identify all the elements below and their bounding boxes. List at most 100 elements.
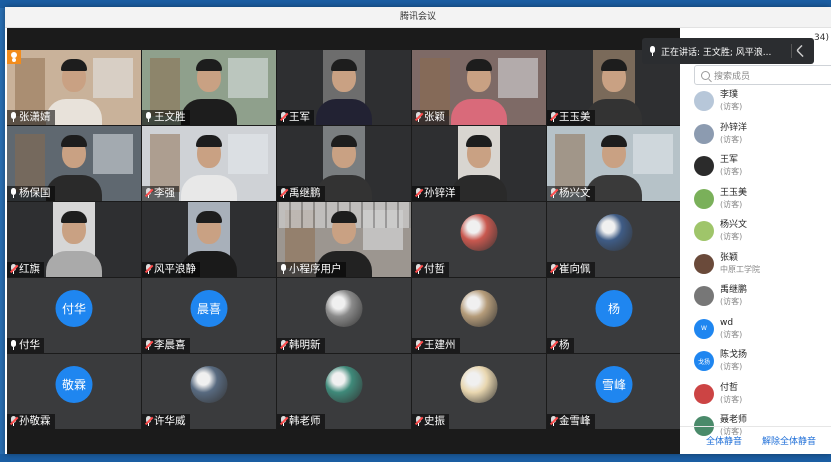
member-name: 王军: [720, 155, 739, 165]
participant-tile[interactable]: 韩明新: [277, 278, 411, 353]
participant-tile[interactable]: 张颖: [412, 50, 546, 125]
host-icon: [7, 50, 21, 64]
member-avatar: [694, 221, 714, 241]
member-item[interactable]: 孙锌洋 (访客): [694, 121, 831, 154]
participant-tile[interactable]: 王建州: [412, 278, 546, 353]
participant-name: 王玉美: [559, 111, 591, 123]
participant-name-bar: 许华威: [142, 414, 190, 429]
participant-name-bar: 杨: [547, 338, 574, 353]
participant-name-bar: 史振: [412, 414, 449, 429]
member-name: 李璞: [720, 90, 739, 100]
participant-name-bar: 金雪峰: [547, 414, 595, 429]
panel-footer: 全体静音 解除全体静音: [680, 426, 831, 454]
participant-name: 史振: [424, 415, 445, 427]
member-role: (访客): [720, 102, 743, 111]
avatar: 杨: [595, 290, 633, 327]
member-item[interactable]: Wwd (访客): [694, 316, 831, 349]
member-name: 孙锌洋: [720, 122, 748, 133]
speaking-text: 正在讲话: 王文胜; 风平浪...: [661, 47, 772, 58]
participant-name: 杨保国: [19, 187, 51, 199]
avatar: [595, 214, 633, 251]
speaking-indicator[interactable]: 正在讲话: 王文胜; 风平浪...: [642, 38, 814, 64]
member-avatar: [694, 383, 714, 404]
member-role: (访客): [720, 134, 743, 144]
member-item[interactable]: 李璞 (访客): [694, 88, 831, 121]
participant-name: 李晨喜: [154, 339, 186, 351]
unmute-all-button[interactable]: 解除全体静音: [762, 434, 816, 447]
member-avatar: [694, 156, 714, 176]
mic-muted-icon: [414, 416, 424, 427]
mic-icon: [9, 112, 18, 123]
participant-name-bar: 李晨喜: [142, 338, 190, 353]
member-item[interactable]: 王玉美 (访客): [694, 186, 831, 219]
avatar: [190, 366, 228, 403]
avatar: 晨喜: [190, 290, 228, 327]
member-role: (访客): [720, 329, 743, 339]
video-gallery: 张潇婧 王文胜 王军 张颖 王玉美杨保国 李强 禹继鹏 孙锌洋 杨兴文红旗 风平浪静 小程序用户 付哲…: [7, 28, 681, 454]
participant-tile[interactable]: 杨杨: [547, 278, 681, 353]
participant-tile[interactable]: 红旗: [7, 202, 141, 277]
participant-tile[interactable]: 许华威: [142, 354, 276, 429]
participant-tile[interactable]: 孙锌洋: [412, 126, 546, 201]
participant-name-bar: 付哲: [412, 262, 449, 277]
participant-tile[interactable]: 风平浪静: [142, 202, 276, 277]
participant-name-bar: 王文胜: [142, 110, 190, 125]
participant-name: 王文胜: [154, 111, 186, 123]
participant-name: 金雪峰: [559, 415, 591, 427]
participant-tile[interactable]: 杨保国: [7, 126, 141, 201]
member-item[interactable]: 付哲 (访客): [694, 381, 831, 414]
participant-tile[interactable]: 李强: [142, 126, 276, 201]
participant-tile[interactable]: 晨喜 李晨喜: [142, 278, 276, 353]
mic-muted-icon: [414, 188, 424, 199]
participant-name: 韩老师: [289, 415, 321, 427]
member-count: 34): [814, 33, 829, 43]
divider: [791, 44, 792, 58]
search-icon: [701, 70, 710, 80]
mic-muted-icon: [144, 188, 154, 199]
participant-name-bar: 小程序用户: [277, 262, 346, 277]
participant-name-bar: 杨保国: [7, 186, 55, 201]
participant-name-bar: 张颖: [412, 110, 449, 125]
member-item[interactable]: 禹继鹏 (访客): [694, 283, 831, 316]
member-item[interactable]: 张颖 中原工学院: [694, 251, 831, 284]
participant-name: 许华威: [154, 415, 186, 427]
participant-name: 张颖: [424, 111, 445, 123]
member-name: 聂老师: [720, 415, 748, 425]
participant-tile[interactable]: 崔向佩: [547, 202, 681, 277]
participant-tile[interactable]: 付华 付华: [7, 278, 141, 353]
mic-muted-icon: [549, 416, 559, 427]
participant-tile[interactable]: 王军: [277, 50, 411, 125]
participant-tile[interactable]: 付哲: [412, 202, 546, 277]
participant-tile[interactable]: 小程序用户: [277, 202, 411, 277]
mute-all-button[interactable]: 全体静音: [706, 434, 742, 447]
participant-name: 小程序用户: [289, 263, 342, 275]
participant-name: 王军: [289, 111, 310, 123]
participant-tile[interactable]: 杨兴文: [547, 126, 681, 201]
participant-name: 韩明新: [289, 339, 321, 351]
participant-name-bar: 禹继鹏: [277, 186, 325, 201]
participant-tile[interactable]: 韩老师: [277, 354, 411, 429]
member-name: 付哲: [720, 382, 739, 393]
member-item[interactable]: 戈扬 陈戈扬 (访客): [694, 348, 831, 381]
mic-muted-icon: [279, 112, 289, 123]
participant-tile[interactable]: 张潇婧: [7, 50, 141, 125]
search-placeholder: 搜索成员: [714, 71, 751, 82]
collapse-icon[interactable]: [795, 44, 809, 58]
participant-name-bar: 红旗: [7, 262, 44, 277]
participant-name: 崔向佩: [559, 263, 591, 275]
participant-name-bar: 杨兴文: [547, 186, 595, 201]
mic-muted-icon: [414, 264, 424, 275]
participant-tile[interactable]: 禹继鹏: [277, 126, 411, 201]
participant-tile[interactable]: 王文胜: [142, 50, 276, 125]
member-item[interactable]: 王军 (访客): [694, 153, 831, 186]
mic-muted-icon: [279, 340, 289, 351]
mic-muted-icon: [414, 112, 424, 123]
participant-tile[interactable]: 敬霖 孙敬霖: [7, 354, 141, 429]
member-role: (访客): [720, 232, 743, 241]
participant-name: 王建州: [424, 339, 456, 351]
participant-tile[interactable]: 史振: [412, 354, 546, 429]
member-item[interactable]: 杨兴文 (访客): [694, 218, 831, 251]
member-search-input[interactable]: 搜索成员: [694, 65, 831, 85]
participant-tile[interactable]: 雪峰 金雪峰: [547, 354, 681, 429]
participant-name-bar: 孙敬霖: [7, 414, 55, 429]
